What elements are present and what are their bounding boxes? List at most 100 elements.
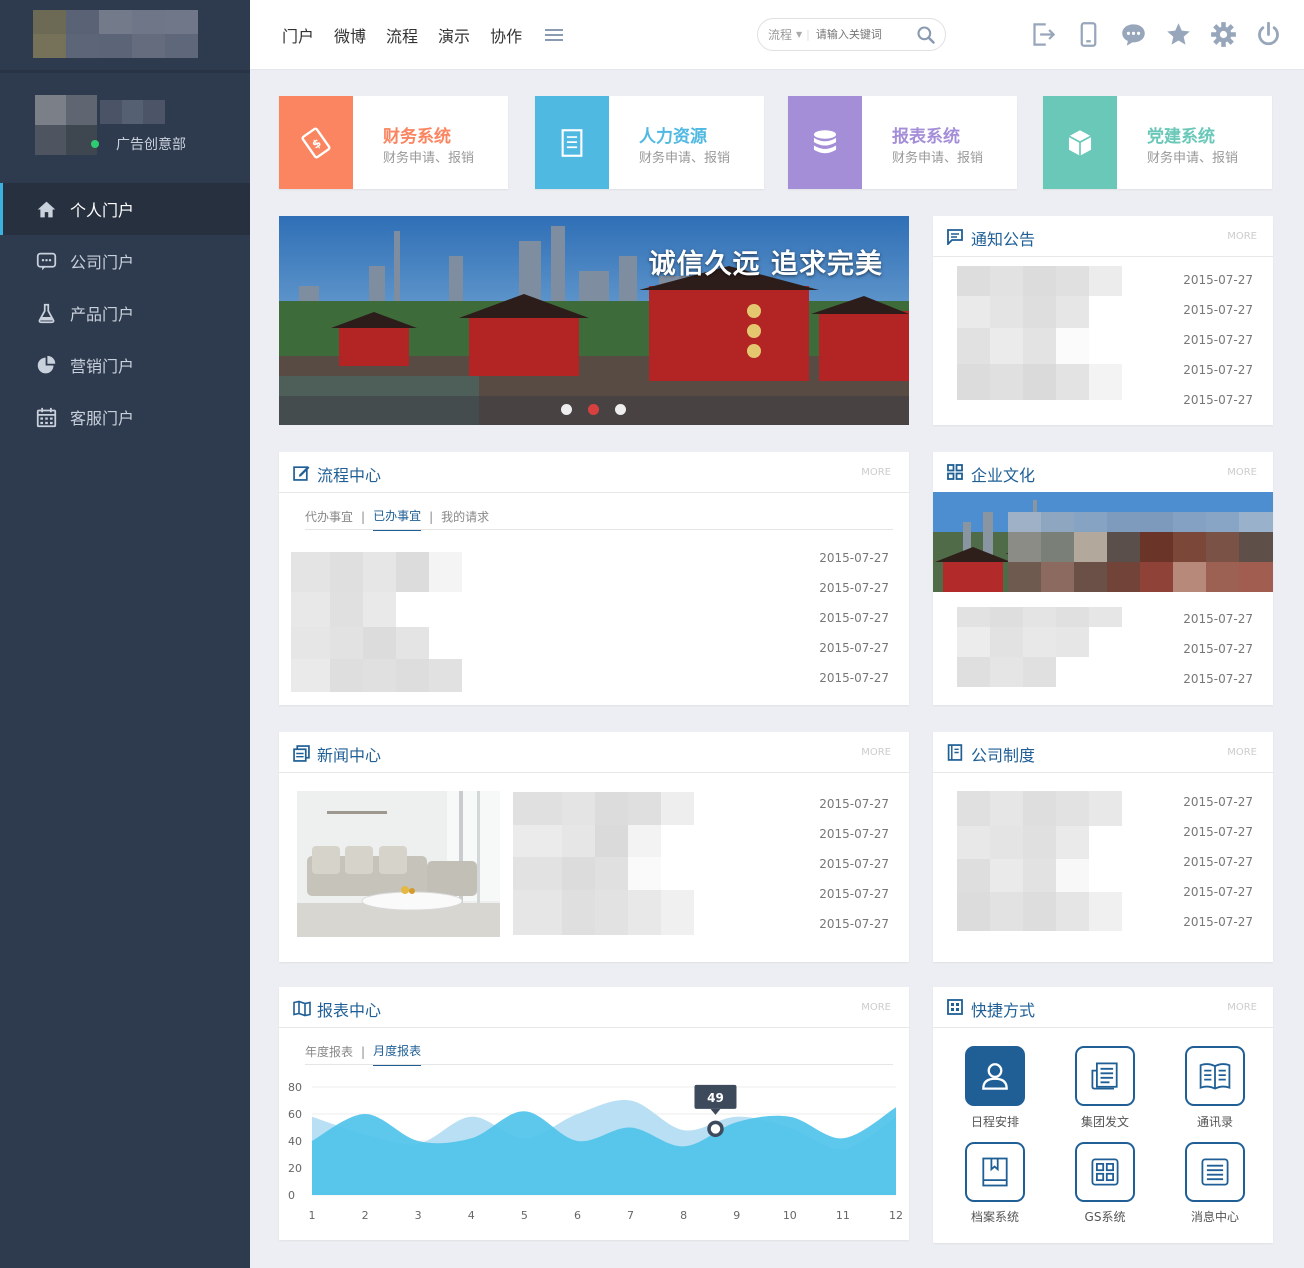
top-nav: 门户 微博 流程 演示 协作 — [282, 23, 564, 47]
panel-title: 报表中心 — [317, 1001, 382, 1020]
panel-header: 新闻中心 MORE — [279, 732, 909, 773]
flask-icon — [38, 303, 55, 323]
gear-icon[interactable] — [1210, 21, 1237, 48]
nav-item-service-portal[interactable]: 客服门户 — [0, 391, 250, 443]
tab-pending[interactable]: 代办事宜 — [305, 508, 353, 530]
news-thumbnail-image[interactable] — [297, 791, 500, 937]
panel-title: 企业文化 — [971, 466, 1036, 485]
panel-header: 报表中心 MORE — [279, 987, 909, 1028]
shortcut-archive[interactable] — [965, 1142, 1025, 1202]
message-icon[interactable] — [1120, 21, 1147, 48]
tile-title: 党建系统 — [1147, 127, 1215, 147]
finance-ticket-icon: $ — [279, 96, 353, 189]
panel-title: 流程中心 — [317, 466, 382, 485]
panel-title: 通知公告 — [971, 230, 1036, 249]
x-tick-label: 1 — [309, 1209, 316, 1222]
x-tick-label: 2 — [362, 1209, 369, 1222]
banner-caption: 诚信久远 追求完美 — [648, 249, 883, 280]
nav-item-company-portal[interactable]: 公司门户 — [0, 235, 250, 287]
tile-finance-system[interactable]: $ 财务系统 财务申请、报销 — [279, 96, 508, 189]
more-link[interactable]: MORE — [1227, 1002, 1257, 1013]
star-icon[interactable] — [1165, 21, 1192, 48]
chat-icon — [36, 252, 57, 270]
shortcut-message-center[interactable] — [1185, 1142, 1245, 1202]
top-nav-portal[interactable]: 门户 — [282, 23, 314, 47]
avatar[interactable] — [35, 95, 97, 155]
tile-hr-resources[interactable]: 人力资源 财务申请、报销 — [535, 96, 764, 189]
shortcut-gs-system[interactable] — [1075, 1142, 1135, 1202]
banner-carousel[interactable]: 诚信久远 追求完美 — [279, 216, 909, 425]
tab-my-requests[interactable]: 我的请求 — [441, 508, 489, 530]
date-label: 2015-07-27 — [819, 551, 889, 565]
carousel-dot[interactable] — [561, 404, 572, 415]
power-icon[interactable] — [1255, 21, 1282, 48]
nav-item-label: 公司门户 — [70, 253, 135, 272]
shortcut-contacts[interactable] — [1185, 1046, 1245, 1106]
date-label: 2015-07-27 — [1183, 303, 1253, 317]
carousel-dot-active[interactable] — [588, 404, 599, 415]
search-scope-select[interactable]: 流程 — [768, 26, 792, 43]
more-link[interactable]: MORE — [861, 747, 891, 758]
culture-image — [933, 492, 1273, 592]
x-tick-label: 9 — [733, 1209, 740, 1222]
tile-report-system[interactable]: 报表系统 财务申请、报销 — [788, 96, 1017, 189]
notice-dates: 2015-07-27 2015-07-27 2015-07-27 2015-07… — [1183, 272, 1253, 422]
menu-icon[interactable] — [545, 28, 564, 42]
top-nav-collaboration[interactable]: 协作 — [490, 23, 522, 47]
user-icon — [982, 1063, 1008, 1090]
panel-header: 公司制度 MORE — [933, 732, 1273, 773]
top-nav-workflow[interactable]: 流程 — [386, 23, 418, 47]
mobile-icon[interactable] — [1075, 21, 1102, 48]
top-nav-weibo[interactable]: 微博 — [334, 23, 366, 47]
tab-monthly-report[interactable]: 月度报表 — [373, 1042, 422, 1066]
date-label: 2015-07-27 — [819, 827, 889, 841]
shortcut-label: 集团发文 — [1080, 1115, 1129, 1129]
document-icon — [535, 96, 609, 189]
x-tick-label: 5 — [521, 1209, 528, 1222]
sidebar: 广告创意部 个人门户 公司门户 产品门户 营销门户 客服门户 — [0, 0, 250, 1268]
tab-annual-report[interactable]: 年度报表 — [305, 1043, 353, 1065]
carousel-dot[interactable] — [615, 404, 626, 415]
tab-done[interactable]: 已办事宜 — [373, 507, 422, 531]
shortcut-group-docs[interactable] — [1075, 1046, 1135, 1106]
more-link[interactable]: MORE — [861, 1002, 891, 1013]
panel-report: 报表中心 MORE 年度报表 | 月度报表 0 20 40 60 80 1 2 3 4 5 6 7 8 9 1… — [279, 987, 909, 1240]
shortcut-label: GS系统 — [1084, 1210, 1126, 1224]
logout-icon[interactable] — [1030, 21, 1057, 48]
shortcut-label: 日程安排 — [970, 1115, 1019, 1129]
more-link[interactable]: MORE — [1227, 231, 1257, 242]
nav-item-label: 个人门户 — [70, 201, 135, 220]
nav-item-product-portal[interactable]: 产品门户 — [0, 287, 250, 339]
x-tick-label: 3 — [415, 1209, 422, 1222]
date-label: 2015-07-27 — [819, 917, 889, 931]
monthly-report-chart[interactable]: 0204060801 2 3 4 5 6 7 8 9 10 11 1249 — [279, 1083, 909, 1233]
workflow-dates: 2015-07-27 2015-07-27 2015-07-27 2015-07… — [819, 550, 889, 700]
logo — [33, 10, 198, 58]
tile-party-building[interactable]: 党建系统 财务申请、报销 — [1043, 96, 1272, 189]
chevron-down-icon[interactable]: ▼ — [796, 30, 802, 39]
more-link[interactable]: MORE — [1227, 747, 1257, 758]
nav-item-marketing-portal[interactable]: 营销门户 — [0, 339, 250, 391]
search-input[interactable] — [815, 28, 906, 41]
shortcut-schedule[interactable] — [965, 1046, 1025, 1106]
more-link[interactable]: MORE — [861, 467, 891, 478]
date-label: 2015-07-27 — [1183, 363, 1253, 377]
nav-item-personal-portal[interactable]: 个人门户 — [0, 183, 250, 235]
search-box: 流程 ▼ | — [757, 18, 946, 51]
shortcut-grid-icon — [947, 999, 963, 1015]
news-dates: 2015-07-27 2015-07-27 2015-07-27 2015-07… — [819, 796, 889, 946]
archive-book-icon — [982, 1157, 1008, 1187]
toolbar-icons — [1012, 21, 1282, 48]
more-link[interactable]: MORE — [1227, 467, 1257, 478]
nav-item-label: 客服门户 — [70, 409, 135, 428]
tile-subtitle: 财务申请、报销 — [383, 151, 475, 166]
nav-item-label: 营销门户 — [70, 357, 135, 376]
date-label: 2015-07-27 — [1183, 885, 1253, 899]
top-nav-demo[interactable]: 演示 — [438, 23, 470, 47]
date-label: 2015-07-27 — [1183, 393, 1253, 407]
panel-notice: 通知公告 MORE 2015-07-27 2015-07-27 2015-07-… — [933, 216, 1273, 425]
tooltip-point — [707, 1120, 724, 1138]
date-label: 2015-07-27 — [1183, 855, 1253, 869]
search-icon[interactable] — [916, 25, 936, 45]
book-icon — [947, 744, 963, 761]
